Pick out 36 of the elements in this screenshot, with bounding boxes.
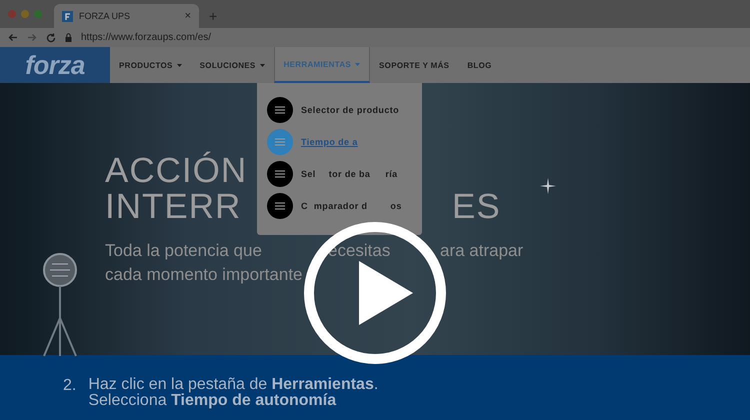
back-icon[interactable] — [8, 33, 18, 42]
dropdown-item: ría — [385, 169, 398, 179]
tab-title: FORZA UPS — [79, 11, 132, 21]
dropdown-item: Sel — [301, 169, 316, 179]
browser-tab[interactable]: FORZA UPS × — [54, 4, 199, 28]
dropdown-item: tor de ba — [328, 169, 370, 179]
dropdown-item: os — [390, 201, 402, 211]
address-bar-url[interactable]: https://www.forzaups.com/es/ — [81, 32, 212, 43]
nav-menu-item[interactable]: SOLUCIONES — [190, 47, 274, 83]
close-tab-button[interactable]: × — [184, 10, 191, 22]
hero-tagline: Toda la potencia que — [105, 240, 262, 262]
step-number: 2. — [63, 377, 76, 396]
hero-tagline: ara atrapar — [440, 240, 524, 262]
lock-icon — [65, 33, 72, 42]
minimize-window-icon[interactable] — [21, 10, 29, 18]
hero-heading: ES — [452, 189, 501, 225]
hero-heading: INTERR — [105, 189, 242, 225]
favicon-icon — [62, 10, 73, 22]
nav-menu-item[interactable]: BLOG — [458, 47, 501, 83]
nav-menu-item[interactable]: SOPORTE Y MÁS — [370, 47, 458, 83]
dropdown-item: Tiempo de a — [301, 137, 358, 147]
dropdown-item: C — [301, 201, 308, 211]
nav-menu-item[interactable]: PRODUCTOS — [110, 47, 191, 83]
sparkle-icon — [540, 178, 556, 194]
forward-icon[interactable] — [27, 33, 37, 42]
new-tab-button[interactable]: + — [209, 8, 218, 24]
dropdown-item: Selector de producto — [301, 105, 400, 115]
hero-heading: ACCIÓN — [105, 153, 248, 189]
reload-icon[interactable] — [46, 32, 56, 42]
maximize-window-icon[interactable] — [34, 10, 42, 18]
dropdown-item: mparador d — [314, 201, 368, 211]
hero-tagline: ecesitas — [328, 240, 390, 262]
hero-tagline: cada momento importante — [105, 264, 302, 286]
instruction-text: Haz clic en la pestaña de Herramientas. — [88, 377, 378, 393]
close-window-icon[interactable] — [8, 10, 16, 18]
instruction-text: Selecciona Tiempo de autonomía — [88, 393, 338, 409]
